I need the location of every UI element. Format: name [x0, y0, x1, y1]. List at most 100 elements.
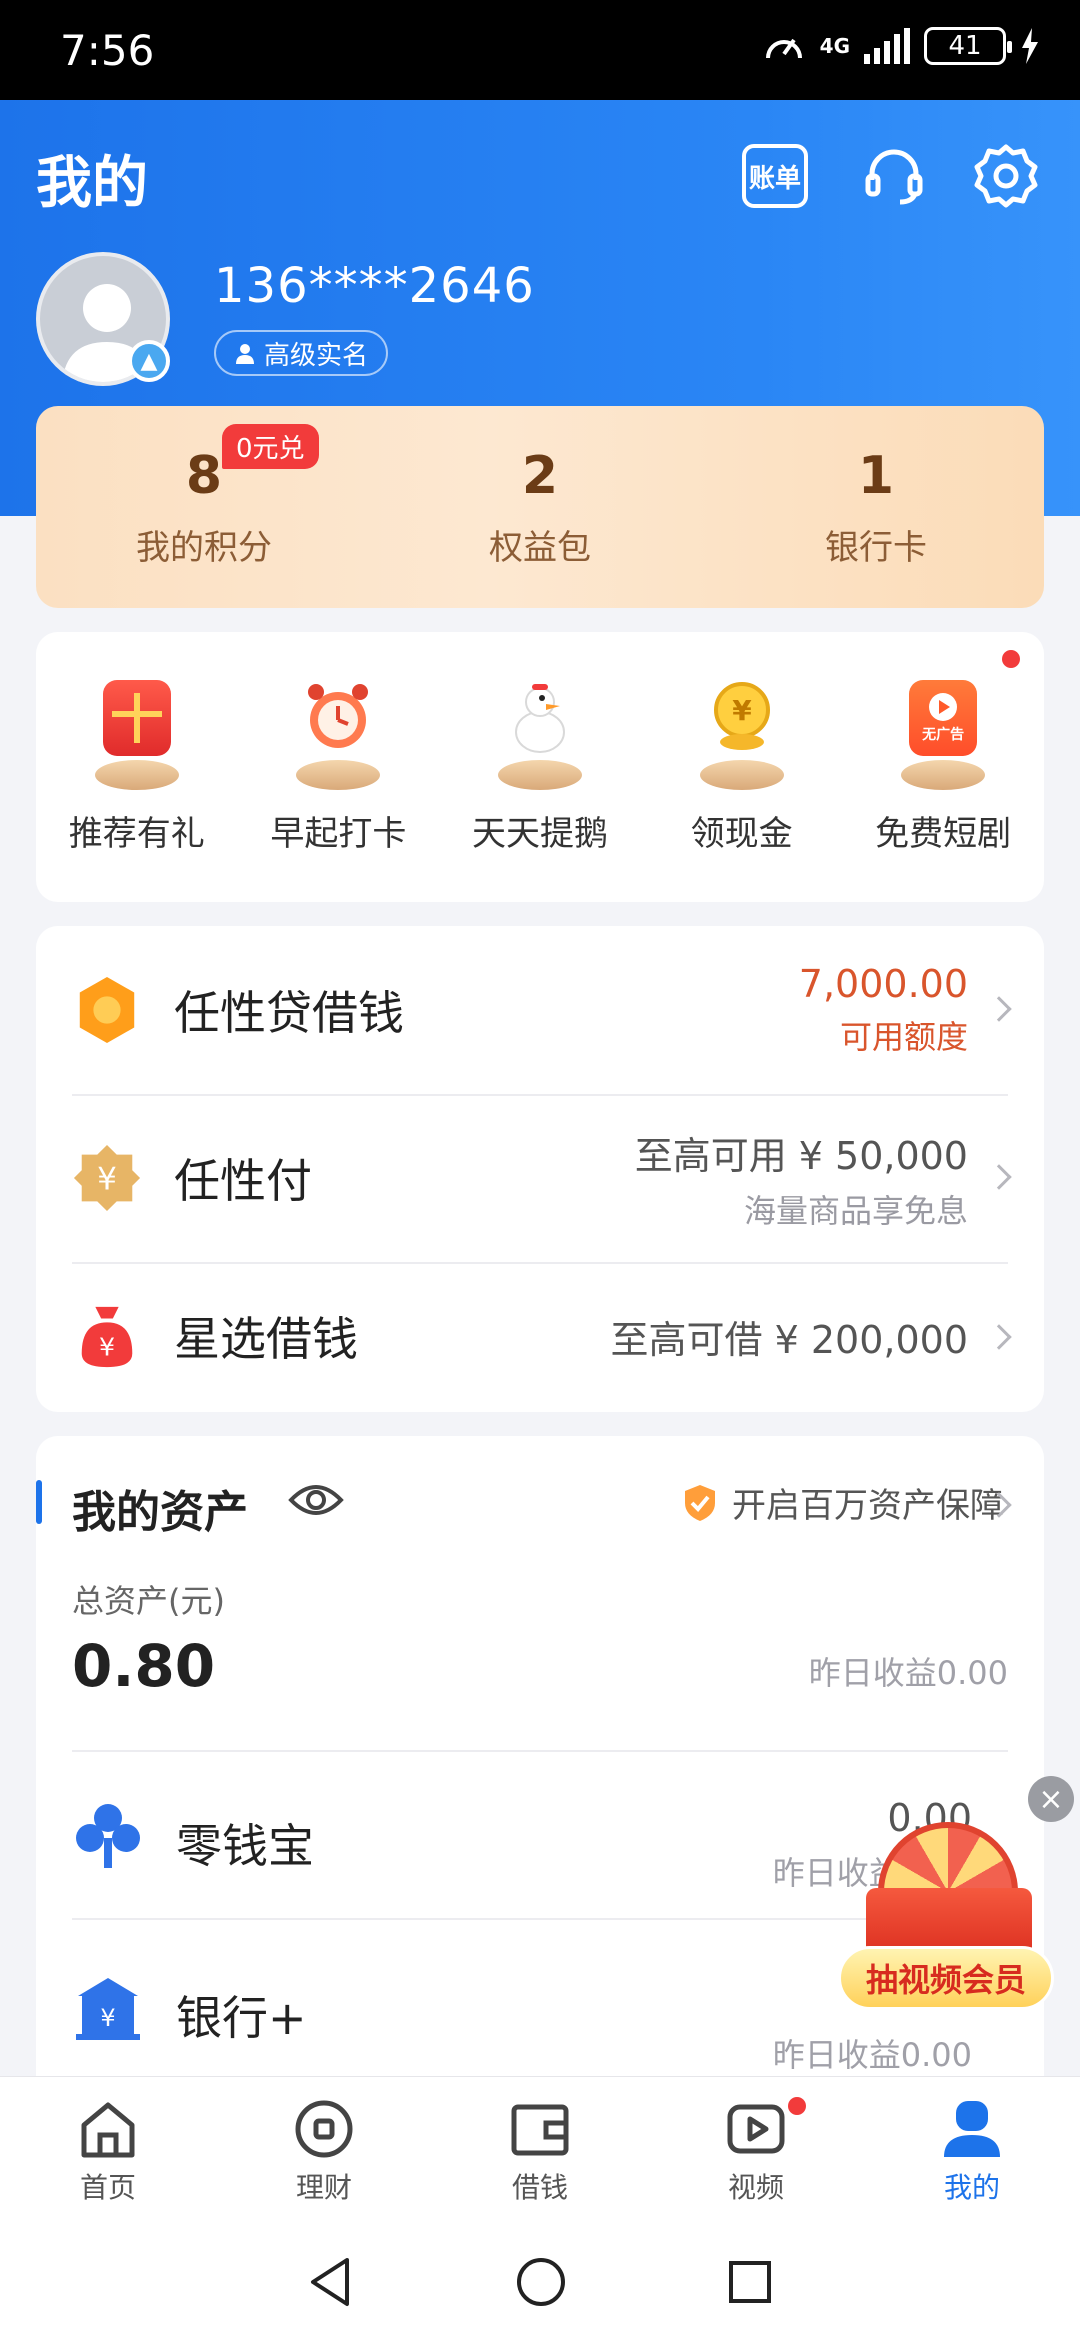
home-circle-icon[interactable] — [515, 2256, 567, 2308]
battery-icon: 41 — [924, 27, 1012, 65]
max-amount: 至高可用 ¥ 50,000 — [634, 1133, 968, 1178]
bank-card-value: 1 — [857, 445, 895, 506]
nav-video[interactable]: 视频 — [648, 2077, 864, 2224]
back-icon[interactable] — [307, 2256, 355, 2308]
available-amount: 7,000.00 — [798, 962, 968, 1006]
bank-icon: ¥ — [72, 1972, 144, 2048]
shortcut-morning-checkin[interactable]: 早起打卡 — [238, 632, 440, 902]
money-bag-icon: ¥ — [72, 1301, 142, 1371]
benefits-value: 2 — [521, 445, 559, 506]
gift-icon — [89, 680, 185, 790]
nav-finance[interactable]: 理财 — [216, 2077, 432, 2224]
eye-icon — [288, 1485, 344, 1515]
chevron-right-icon — [986, 1324, 1012, 1350]
video-play-icon: 无广告 — [895, 680, 991, 790]
video-membership-promo[interactable]: 抽视频会员 — [838, 1822, 1054, 2022]
loan-title: 任性付 — [174, 1154, 312, 1208]
bank-card-item[interactable]: 1 银行卡 — [708, 406, 1044, 608]
battery-level: 41 — [948, 31, 982, 61]
user-phone: 136****2646 — [214, 258, 535, 314]
assets-title: 我的资产 — [72, 1487, 248, 1538]
loan-row-xingxuan[interactable]: ¥ 星选借钱 至高可借 ¥ 200,000 — [72, 1286, 1012, 1386]
speed-icon — [765, 38, 802, 59]
nav-borrow[interactable]: 借钱 — [432, 2077, 648, 2224]
nav-label: 视频 — [727, 2170, 784, 2204]
home-icon — [75, 2096, 141, 2162]
points-value: 8 — [185, 445, 223, 506]
nav-home[interactable]: 首页 — [0, 2077, 216, 2224]
nav-label: 首页 — [79, 2170, 136, 2204]
profile-icon — [939, 2096, 1005, 2162]
verified-badge-icon: ▲ — [128, 340, 170, 382]
max-amount: 至高可借 ¥ 200,000 — [610, 1317, 968, 1362]
shortcut-label: 早起打卡 — [270, 814, 407, 854]
recents-icon[interactable] — [727, 2259, 773, 2305]
points-card: 8 我的积分 2 权益包 1 银行卡 0元兑 — [36, 406, 1044, 608]
svg-text:¥: ¥ — [97, 1162, 117, 1198]
asset-protection-link[interactable]: 开启百万资产保障 — [682, 1478, 1004, 1527]
network-label: 4G — [819, 34, 850, 58]
loan-title: 星选借钱 — [174, 1312, 358, 1366]
loan-hexagon-icon — [72, 975, 142, 1045]
notification-dot — [788, 2097, 806, 2115]
shortcut-label: 领现金 — [690, 814, 793, 854]
shortcut-free-drama[interactable]: 无广告 免费短剧 — [842, 632, 1044, 902]
yuan-badge-icon: ¥ — [72, 1143, 142, 1213]
eye-toggle-button[interactable] — [288, 1476, 344, 1528]
status-time: 7:56 — [60, 26, 155, 75]
nav-profile[interactable]: 我的 — [864, 2077, 1080, 2224]
chevron-right-icon — [986, 996, 1012, 1022]
loan-card: 任性贷借钱 7,000.00 可用额度 ¥ 任性付 至高可用 ¥ 50,000 … — [36, 926, 1044, 1412]
verification-badge[interactable]: 高级实名 — [214, 330, 389, 376]
shortcut-label: 免费短剧 — [875, 814, 1012, 854]
shortcut-daily-goose[interactable]: 天天提鹅 — [439, 632, 641, 902]
total-assets-value: 0.80 — [72, 1632, 216, 1700]
loan-row-renxingdai[interactable]: 任性贷借钱 7,000.00 可用额度 — [72, 954, 1012, 1066]
chevron-right-icon — [986, 1164, 1012, 1190]
shortcut-get-cash[interactable]: ¥ 领现金 — [641, 632, 843, 902]
bill-button[interactable]: 账单 — [742, 144, 808, 208]
notification-dot — [1002, 650, 1021, 668]
goose-icon — [492, 680, 588, 790]
bottom-navigation: 首页 理财 借钱 视频 我的 — [0, 2076, 1080, 2224]
svg-text:¥: ¥ — [732, 694, 752, 727]
asset-yesterday: 昨日收益0.00 — [772, 2036, 972, 2074]
svg-text:¥: ¥ — [100, 2004, 115, 2032]
charging-icon — [1022, 28, 1038, 64]
divider — [72, 1094, 1008, 1096]
promo-label: 抽视频会员 — [838, 1946, 1054, 2010]
yesterday-earnings: 昨日收益0.00 — [808, 1654, 1008, 1692]
points-item[interactable]: 8 我的积分 — [36, 406, 372, 608]
divider — [72, 1262, 1008, 1264]
loan-row-renxingfu[interactable]: ¥ 任性付 至高可用 ¥ 50,000 海量商品享免息 — [72, 1122, 1012, 1234]
person-icon — [236, 344, 254, 364]
benefits-label: 权益包 — [489, 527, 591, 568]
loan-title: 任性贷借钱 — [174, 986, 404, 1040]
shortcut-label: 天天提鹅 — [471, 814, 608, 854]
shortcut-referral[interactable]: 推荐有礼 — [36, 632, 238, 902]
clover-icon — [72, 1800, 144, 1876]
svg-text:¥: ¥ — [99, 1332, 115, 1361]
finance-icon — [291, 2096, 357, 2162]
asset-protection-label: 开启百万资产保障 — [732, 1486, 1004, 1526]
headset-icon — [865, 149, 923, 205]
status-icons: 4G 41 — [762, 26, 1040, 66]
nav-label: 借钱 — [511, 2170, 568, 2204]
status-bar: 7:56 4G 41 — [0, 0, 1080, 100]
close-promo-button[interactable]: × — [1028, 1776, 1074, 1822]
customer-service-button[interactable] — [858, 140, 930, 212]
gear-icon — [974, 144, 1038, 208]
page-title: 我的 — [36, 151, 148, 216]
section-accent-bar — [36, 1480, 42, 1524]
available-label: 可用额度 — [839, 1018, 968, 1056]
shield-icon — [685, 1484, 715, 1521]
settings-button[interactable] — [970, 140, 1042, 212]
total-assets-label: 总资产(元) — [72, 1582, 225, 1620]
shortcut-label: 推荐有礼 — [68, 814, 205, 854]
bill-label: 账单 — [748, 163, 801, 194]
benefits-item[interactable]: 2 权益包 — [372, 406, 708, 608]
system-navigation-bar — [0, 2224, 1080, 2340]
wallet-icon — [507, 2096, 573, 2162]
shortcut-grid: 推荐有礼 早起打卡 天天提鹅 ¥ 领现金 无广告 免费短剧 — [36, 632, 1044, 902]
nav-label: 理财 — [295, 2170, 352, 2204]
